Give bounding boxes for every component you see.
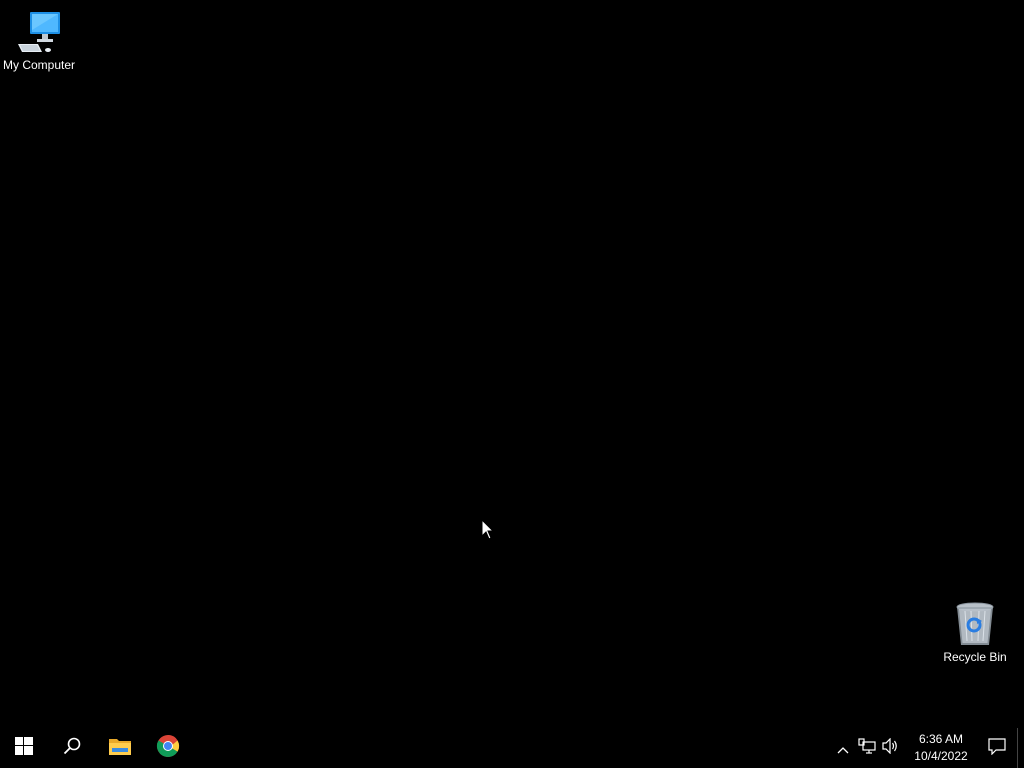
chrome-icon bbox=[156, 734, 180, 762]
clock-button[interactable]: 6:36 AM 10/4/2022 bbox=[907, 728, 975, 768]
notification-icon bbox=[988, 737, 1006, 759]
windows-logo-icon bbox=[15, 737, 33, 759]
desktop[interactable]: My Computer Recycle Bin bbox=[0, 0, 1024, 728]
action-center-button[interactable] bbox=[977, 728, 1017, 768]
taskbar: 6:36 AM 10/4/2022 bbox=[0, 728, 1024, 768]
system-tray: 6:36 AM 10/4/2022 bbox=[831, 728, 1024, 768]
desktop-icon-my-computer[interactable]: My Computer bbox=[0, 8, 78, 72]
start-button[interactable] bbox=[0, 728, 48, 768]
clock-date: 10/4/2022 bbox=[914, 749, 968, 763]
desktop-icon-label: My Computer bbox=[2, 58, 76, 72]
search-button[interactable] bbox=[48, 728, 96, 768]
chevron-up-icon bbox=[837, 739, 849, 758]
file-explorer-button[interactable] bbox=[96, 728, 144, 768]
computer-icon bbox=[15, 8, 63, 56]
chrome-button[interactable] bbox=[144, 728, 192, 768]
mouse-cursor-icon bbox=[481, 518, 495, 541]
show-hidden-icons-button[interactable] bbox=[831, 728, 855, 768]
network-icon bbox=[858, 738, 876, 758]
clock-time: 6:36 AM bbox=[918, 732, 964, 746]
desktop-icon-recycle-bin[interactable]: Recycle Bin bbox=[936, 600, 1014, 664]
volume-icon bbox=[882, 737, 900, 758]
recycle-bin-icon bbox=[951, 600, 999, 648]
network-button[interactable] bbox=[855, 728, 879, 768]
desktop-icon-label: Recycle Bin bbox=[943, 650, 1007, 664]
folder-icon bbox=[108, 736, 132, 760]
volume-button[interactable] bbox=[879, 728, 903, 768]
search-icon bbox=[63, 737, 81, 759]
show-desktop-button[interactable] bbox=[1017, 728, 1024, 768]
